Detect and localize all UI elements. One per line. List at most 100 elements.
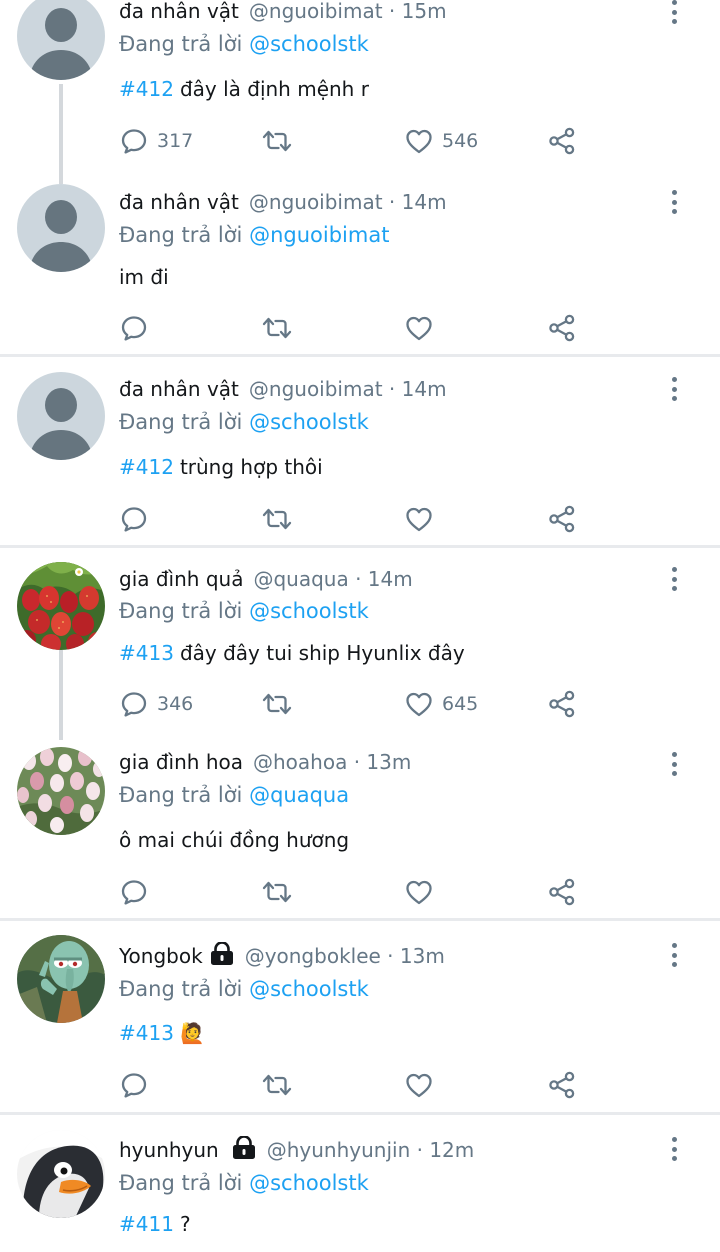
more-options-icon[interactable] (664, 567, 684, 591)
user-handle[interactable]: @yongboklee (245, 944, 381, 968)
tweet[interactable]: Yongbok @yongboklee · 13m Đang trả lời @s… (0, 921, 720, 1112)
hashtag-link[interactable]: #412 (119, 77, 174, 101)
user-handle[interactable]: @nguoibimat (249, 377, 383, 401)
display-name[interactable]: đa nhân vật (119, 0, 239, 23)
retweet-button[interactable] (260, 1068, 294, 1102)
reply-button[interactable] (119, 875, 149, 909)
reply-context: Đang trả lời @nguoibimat (119, 220, 389, 250)
display-name[interactable]: hyunhyun (119, 1138, 219, 1162)
reply-icon (119, 313, 149, 343)
reply-mention[interactable]: @schoolstk (249, 32, 369, 56)
share-icon (547, 504, 577, 534)
timestamp[interactable]: 14m (402, 377, 447, 401)
hashtag-link[interactable]: #413 (119, 1021, 174, 1045)
avatar[interactable] (17, 747, 105, 835)
tweet[interactable]: đa nhân vật @nguoibimat · 14m Đang trả lờ… (0, 357, 720, 545)
timestamp[interactable]: 13m (400, 944, 445, 968)
retweet-button[interactable] (260, 875, 294, 909)
separator-dot: · (416, 1138, 423, 1162)
reply-button[interactable] (119, 311, 149, 345)
user-handle[interactable]: @nguoibimat (249, 0, 383, 23)
reply-button[interactable] (119, 1068, 149, 1102)
reply-icon (119, 877, 149, 907)
retweet-button[interactable] (260, 502, 294, 536)
reply-mention[interactable]: @quaqua (249, 783, 349, 807)
like-button[interactable] (404, 502, 434, 536)
reply-prefix: Đang trả lời (119, 977, 243, 1001)
more-options-icon[interactable] (664, 1137, 684, 1161)
hashtag-link[interactable]: #411 (119, 1212, 174, 1236)
like-button[interactable]: 546 (404, 124, 478, 158)
timestamp[interactable]: 14m (402, 190, 447, 214)
more-options-icon[interactable] (664, 377, 684, 401)
reply-mention[interactable]: @nguoibimat (249, 223, 389, 247)
reply-button[interactable] (119, 502, 149, 536)
retweet-button[interactable] (260, 687, 294, 721)
avatar[interactable] (17, 935, 105, 1023)
share-button[interactable] (547, 1068, 577, 1102)
reply-context: Đang trả lời @schoolstk (119, 29, 369, 59)
like-button[interactable] (404, 311, 434, 345)
share-button[interactable] (547, 502, 577, 536)
timestamp[interactable]: 15m (402, 0, 447, 23)
avatar[interactable] (17, 0, 105, 80)
reply-context: Đang trả lời @schoolstk (119, 974, 369, 1004)
user-handle[interactable]: @nguoibimat (249, 190, 383, 214)
timestamp[interactable]: 13m (366, 750, 411, 774)
display-name[interactable]: gia đình quả (119, 567, 243, 591)
display-name[interactable]: gia đình hoa (119, 750, 243, 774)
more-options-icon[interactable] (664, 943, 684, 967)
tweet-header: gia đình hoa @hoahoa · 13m (119, 747, 411, 777)
like-button[interactable] (404, 875, 434, 909)
tweet-header: đa nhân vật @nguoibimat · 14m (119, 187, 447, 217)
user-handle[interactable]: @hyunhyunjin (267, 1138, 411, 1162)
display-name[interactable]: Yongbok (119, 944, 203, 968)
like-button[interactable] (404, 1068, 434, 1102)
retweet-icon (260, 877, 294, 907)
avatar[interactable] (17, 372, 105, 460)
avatar[interactable] (17, 184, 105, 272)
tweet[interactable]: gia đình quả @quaqua · 14m Đang trả lời @… (0, 548, 720, 740)
display-name[interactable]: đa nhân vật (119, 190, 239, 214)
hashtag-link[interactable]: #412 (119, 455, 174, 479)
tweet[interactable]: đa nhân vật @nguoibimat · 14m Đang trả lờ… (0, 180, 720, 355)
heart-icon (404, 126, 434, 156)
retweet-button[interactable] (260, 311, 294, 345)
share-button[interactable] (547, 124, 577, 158)
heart-icon (404, 1070, 434, 1100)
more-options-icon[interactable] (664, 752, 684, 776)
tweet-body: im đi (119, 265, 169, 289)
timestamp[interactable]: 12m (429, 1138, 474, 1162)
user-handle[interactable]: @hoahoa (253, 750, 347, 774)
like-count: 645 (442, 693, 479, 715)
user-handle[interactable]: @quaqua (253, 567, 348, 591)
share-button[interactable] (547, 687, 577, 721)
emoji-raising-hand: 🙋 (179, 1021, 205, 1045)
timestamp[interactable]: 14m (368, 567, 413, 591)
reply-button[interactable]: 317 (119, 124, 193, 158)
hashtag-link[interactable]: #413 (119, 641, 174, 665)
tweet[interactable]: gia đình hoa @hoahoa · 13m Đang trả lời @… (0, 728, 720, 918)
tweet-body: đây là định mệnh r (179, 77, 369, 101)
more-options-icon[interactable] (664, 0, 684, 24)
reply-mention[interactable]: @schoolstk (249, 1171, 369, 1195)
tweet[interactable]: đa nhân vật @nguoibimat · 15m Đang trả lờ… (0, 0, 720, 184)
heart-icon (404, 313, 434, 343)
tweet-text: #412 đây là định mệnh r (119, 74, 369, 104)
reply-icon (119, 689, 149, 719)
share-button[interactable] (547, 311, 577, 345)
like-button[interactable]: 645 (404, 687, 478, 721)
reply-mention[interactable]: @schoolstk (249, 977, 369, 1001)
heart-icon (404, 689, 434, 719)
display-name[interactable]: đa nhân vật (119, 377, 239, 401)
reply-mention[interactable]: @schoolstk (249, 410, 369, 434)
reply-button[interactable]: 346 (119, 687, 193, 721)
more-options-icon[interactable] (664, 190, 684, 214)
reply-mention[interactable]: @schoolstk (249, 599, 369, 623)
avatar[interactable] (17, 1130, 105, 1218)
share-button[interactable] (547, 875, 577, 909)
retweet-button[interactable] (260, 124, 294, 158)
separator-dot: · (388, 190, 396, 214)
tweet[interactable]: hyunhyun @hyunhyunjin · 12m Đang trả lời … (0, 1115, 720, 1252)
avatar[interactable] (17, 562, 105, 650)
